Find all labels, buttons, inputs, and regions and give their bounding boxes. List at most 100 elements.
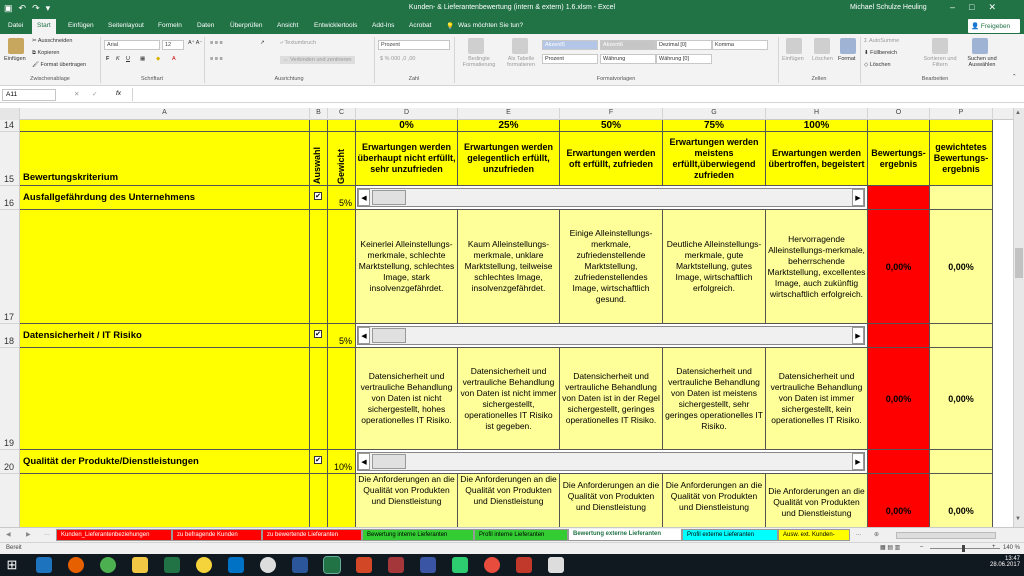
criterion-header[interactable]: Bewertungskriterium <box>20 132 310 186</box>
level-description[interactable]: Datensicherheit und vertrauliche Behandl… <box>458 348 560 450</box>
cell[interactable] <box>328 120 356 132</box>
row-header[interactable]: 19 <box>0 348 20 450</box>
cell[interactable] <box>20 210 310 324</box>
scroll-left-icon[interactable]: ◀ <box>358 189 370 206</box>
criterion-name[interactable]: Qualität der Produkte/Dienstleistungen <box>20 450 310 474</box>
style-waehrung[interactable]: Währung <box>600 54 656 64</box>
scroll-right-icon[interactable]: ▶ <box>852 453 864 470</box>
rating-scroll-cell[interactable]: ◀ ▶ <box>356 324 868 348</box>
tab-start[interactable]: Start <box>32 19 56 34</box>
wrap-text-button[interactable]: ⤶ Textumbruch <box>280 40 316 47</box>
clear-button[interactable]: ◇ Löschen <box>864 62 891 68</box>
cell[interactable] <box>20 120 310 132</box>
cell[interactable] <box>20 348 310 450</box>
score-value[interactable]: 0,00% <box>868 474 930 527</box>
level-description[interactable]: Deutliche Alleinstellungs-merkmale, gute… <box>663 210 766 324</box>
format-as-table-icon[interactable] <box>512 38 528 54</box>
level-percent-75[interactable]: 75% <box>663 120 766 132</box>
scroll-thumb[interactable] <box>372 328 406 343</box>
tab-entwicklertools[interactable]: Entwicklertools <box>314 22 357 29</box>
gewicht-header-cell[interactable]: Gewicht <box>328 132 356 186</box>
insert-function-icon[interactable]: fx <box>116 90 121 97</box>
level-percent-50[interactable]: 50% <box>560 120 663 132</box>
word-icon[interactable] <box>292 557 308 573</box>
rating-scroll-cell[interactable]: ◀ ▶ <box>356 450 868 474</box>
scroll-right-icon[interactable]: ▶ <box>852 327 864 344</box>
level-description[interactable]: Datensicherheit und vertrauliche Behandl… <box>356 348 458 450</box>
style-prozent[interactable]: Prozent <box>542 54 598 64</box>
close-icon[interactable]: ✕ <box>988 2 996 13</box>
tab-formeln[interactable]: Formeln <box>158 22 182 29</box>
criterion-weight[interactable]: 10% <box>328 450 356 474</box>
orientation-icon[interactable]: ↗ <box>260 40 265 46</box>
font-color-icon[interactable]: A <box>172 56 176 62</box>
level-description[interactable]: Die Anforderungen an die Qualität von Pr… <box>356 474 458 527</box>
conditional-formatting-button[interactable]: Bedingte Formatierung <box>456 56 502 68</box>
sheet-prev-icon[interactable]: ◀ <box>6 531 11 538</box>
level-header-0[interactable]: Erwartungen werden überhaupt nicht erfül… <box>356 132 458 186</box>
sheet-tab-bewertung-interne-lieferanten[interactable]: Bewertung interne Lieferanten <box>362 529 474 541</box>
cell[interactable] <box>868 120 930 132</box>
row-header[interactable]: 16 <box>0 186 20 210</box>
column-header-a[interactable]: A <box>20 108 310 120</box>
act-icon[interactable] <box>484 557 500 573</box>
zoom-out-icon[interactable]: – <box>920 544 923 550</box>
column-header-f[interactable]: F <box>560 108 663 120</box>
cell[interactable] <box>328 210 356 324</box>
row-header[interactable]: 17 <box>0 210 20 324</box>
criterion-checkbox[interactable]: ✔ <box>314 330 322 338</box>
zoom-level[interactable]: 140 % <box>1003 545 1020 551</box>
view-buttons[interactable]: ▦ ▤ ▥ <box>880 544 900 551</box>
weighted-score-header[interactable]: gewichtetes Bewertungs-ergebnis <box>930 132 993 186</box>
score-header[interactable]: Bewertungs-ergebnis <box>868 132 930 186</box>
score-value[interactable]: 0,00% <box>868 210 930 324</box>
powerpoint-icon[interactable] <box>356 557 372 573</box>
vertical-scroll-thumb[interactable] <box>1015 248 1023 278</box>
tab-ueberpruefen[interactable]: Überprüfen <box>230 22 263 29</box>
user-name[interactable]: Michael Schulze Heuling <box>850 4 927 11</box>
level-header-75[interactable]: Erwartungen werden meistens erfüllt,über… <box>663 132 766 186</box>
cell[interactable] <box>310 348 328 450</box>
font-size-select[interactable]: 12 <box>162 40 184 50</box>
tab-ansicht[interactable]: Ansicht <box>277 22 298 29</box>
level-description[interactable]: Die Anforderungen an die Qualität von Pr… <box>458 474 560 527</box>
level-percent-0[interactable]: 0% <box>356 120 458 132</box>
column-header-d[interactable]: D <box>356 108 458 120</box>
sheet-more-left[interactable]: … <box>44 531 50 537</box>
level-description[interactable]: Datensicherheit und vertrauliche Behandl… <box>560 348 663 450</box>
rating-scrollbar[interactable]: ◀ ▶ <box>357 188 865 207</box>
firefox-icon[interactable] <box>68 557 84 573</box>
tell-me-search[interactable]: Was möchten Sie tun? <box>458 22 523 29</box>
fill-button[interactable]: ⬇ Füllbereich <box>864 50 897 56</box>
underline-icon[interactable]: U <box>126 56 130 62</box>
sheet-more-right[interactable]: ... <box>856 531 861 537</box>
number-format-select[interactable]: Prozent <box>378 40 450 50</box>
column-header-g[interactable]: G <box>663 108 766 120</box>
scroll-right-icon[interactable]: ▶ <box>852 189 864 206</box>
borders-icon[interactable]: ▦ <box>140 56 145 62</box>
cell[interactable] <box>930 120 993 132</box>
copy-button[interactable]: ⧉ Kopieren <box>32 50 60 57</box>
find-select-button[interactable]: Suchen und Auswählen <box>960 56 1004 68</box>
file-explorer-icon[interactable] <box>132 557 148 573</box>
score-cell[interactable] <box>868 324 930 348</box>
access-icon[interactable] <box>388 557 404 573</box>
level-percent-100[interactable]: 100% <box>766 120 868 132</box>
name-box[interactable]: A11 <box>2 89 56 101</box>
rating-scroll-cell[interactable]: ◀ ▶ <box>356 186 868 210</box>
pdf-app-icon[interactable] <box>516 557 532 573</box>
level-description[interactable]: Hervorragende Alleinstellungs-merkmale, … <box>766 210 868 324</box>
weighted-score-value[interactable]: 0,00% <box>930 474 993 527</box>
level-header-100[interactable]: Erwartungen werden übertroffen, begeiste… <box>766 132 868 186</box>
tab-einfuegen[interactable]: Einfügen <box>68 22 94 29</box>
visio-icon[interactable] <box>420 557 436 573</box>
zoom-slider[interactable] <box>930 548 1000 549</box>
level-description[interactable]: Die Anforderungen an die Qualität von Pr… <box>766 474 868 527</box>
column-header-b[interactable]: B <box>310 108 328 120</box>
criterion-weight[interactable]: 5% <box>328 324 356 348</box>
cell[interactable] <box>328 348 356 450</box>
score-value[interactable]: 0,00% <box>868 348 930 450</box>
autosum-button[interactable]: Σ AutoSumme <box>864 38 899 44</box>
conditional-formatting-icon[interactable] <box>468 38 484 54</box>
level-description[interactable]: Kaum Alleinstellungs-merkmale, unklare M… <box>458 210 560 324</box>
